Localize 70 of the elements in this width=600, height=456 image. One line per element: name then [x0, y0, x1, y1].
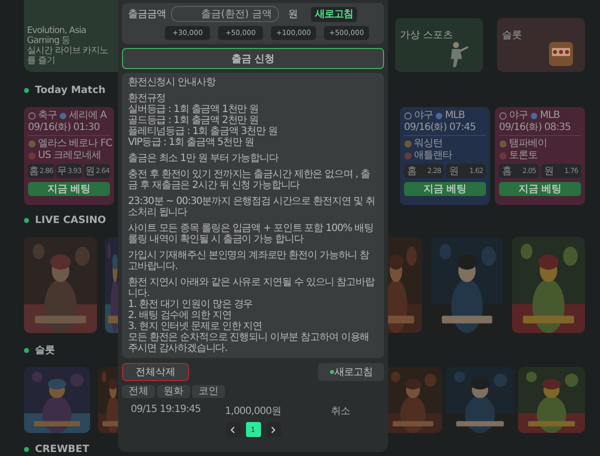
league-name: MLB	[540, 110, 560, 121]
previous-page-button[interactable]	[226, 422, 240, 437]
next-page-button[interactable]	[266, 422, 280, 437]
team-name: 워싱턴	[414, 138, 442, 149]
dot-icon	[24, 88, 29, 92]
match-time: 09/16(화) 07:45	[404, 122, 477, 133]
league-name: MLB	[445, 110, 465, 121]
category-card[interactable]: 슬롯	[497, 18, 585, 72]
record-time: 09/15 19:19:45	[130, 404, 202, 417]
dot-icon	[24, 218, 29, 222]
field-label: 출금금액	[128, 8, 166, 21]
bet-button[interactable]: 지금 베팅	[28, 182, 110, 196]
category-title: 가상 스포츠	[400, 30, 454, 41]
notice-text: 충전 후 환전이 있기 전까지는 출금시간 제한은 없으며 , 출금 후 재출금은 2시간 뒤 신청 가능합니다	[128, 169, 371, 191]
match-time: 09/16(화) 01:30	[28, 122, 101, 133]
notice-text: VIP등급 : 1회 출금액 5천만 원	[128, 137, 255, 148]
team-name: 애틀랜타	[414, 150, 452, 161]
bet-button[interactable]: 지금 베팅	[499, 182, 581, 196]
chevron-right-icon	[269, 426, 277, 434]
refresh-button[interactable]: 새로고침	[311, 6, 357, 22]
ball-icon	[499, 112, 507, 120]
chevron-left-icon	[229, 426, 237, 434]
delete-all-button[interactable]: 전체삭제	[122, 363, 189, 381]
dot-icon	[24, 446, 29, 452]
amount-field[interactable]: 출금(환전) 금액	[171, 6, 279, 22]
banner-text: Evolution, Asia Gaming 등	[27, 26, 88, 46]
sport-name: 야구	[509, 110, 528, 121]
record-status: 취소	[330, 405, 351, 418]
notice-text: 1. 환전 대기 인원이 많은 경우	[128, 299, 254, 310]
team-name: 토론토	[509, 150, 538, 161]
section-heading: CREWBET	[35, 444, 90, 454]
dot-icon	[24, 348, 29, 352]
section-heading: Today Match	[35, 84, 106, 96]
section-heading: LIVE CASINO	[35, 214, 106, 226]
ball-icon	[404, 112, 412, 120]
unit-label: 원	[288, 8, 298, 21]
sport-name: 축구	[38, 110, 57, 121]
team-name: 엘라스 베로나 FC	[38, 138, 112, 149]
notice-text: 환전 지연시 아래와 같은 사유로 지연될 수 있으니 참고바랍니다.	[128, 277, 376, 299]
notice-text: 모든 환전은 순차적으로 진행되니 이부분 참고하여 이용해주시면 감사하겠습니다.	[128, 332, 370, 354]
notice-text: 환전규정	[128, 93, 167, 104]
filter-tab[interactable]: 전체	[122, 385, 155, 398]
notice-text: 플레티넘등급 : 1회 출금액 3천만 원	[128, 126, 278, 137]
notice-text: 환전신청시 안내사항	[128, 77, 217, 88]
banner-text: 실시간 라이브 카지노를 즐기	[27, 46, 110, 66]
notice-text: 2. 배팅 검수에 의한 지연	[128, 310, 232, 321]
notice-text: 가입시 기재해주신 본인명의 계좌로만 환전이 가능하니 참고바랍니다.	[128, 250, 370, 272]
filter-tab[interactable]: 원화	[157, 385, 190, 398]
ball-icon	[28, 112, 36, 120]
league-name: 세리에 A	[69, 110, 107, 121]
notice-text: 실버등급 : 1회 출금액 1천만 원	[128, 104, 260, 115]
record-amount: 1,000,000원	[224, 405, 282, 418]
category-title: 슬롯	[502, 30, 522, 41]
sport-name: 야구	[414, 110, 433, 121]
notice-text: 출금은 최소 1만 원 부터 가능합니다	[128, 153, 280, 164]
bet-button[interactable]: 지금 베팅	[404, 182, 486, 196]
notice-text: 골드등급 : 1회 출금액 2천만 원	[128, 115, 260, 126]
refresh-button[interactable]: 새로고침	[318, 363, 384, 381]
team-name: US 크레모네세	[38, 150, 101, 161]
section-heading: 슬롯	[35, 344, 55, 357]
category-card[interactable]: 가상 스포츠	[395, 18, 483, 72]
submit-button[interactable]: 출금 신청	[122, 48, 384, 69]
banner-card[interactable]: Evolution, Asia Gaming 등 실시간 라이브 카지노를 즐기	[24, 0, 118, 72]
team-name: 탬파베이	[509, 138, 547, 149]
notice-text: 3. 현지 인터넷 문제로 인한 지연	[128, 321, 264, 332]
filter-tab[interactable]: 코인	[192, 385, 225, 398]
notice-text: 사이트 모든 종목 롤링은 입금액 + 포인트 포함 100% 배팅 롤링 내역이 확인될 시 출금이 가능 합니다	[128, 223, 374, 245]
match-time: 09/16(화) 08:35	[499, 122, 572, 133]
athlete-icon	[451, 41, 469, 68]
notice-text: 23:30분 ~ 00:30분까지 은행점검 시간으로 환전지연 및 취소처리 됩니다	[128, 196, 376, 218]
